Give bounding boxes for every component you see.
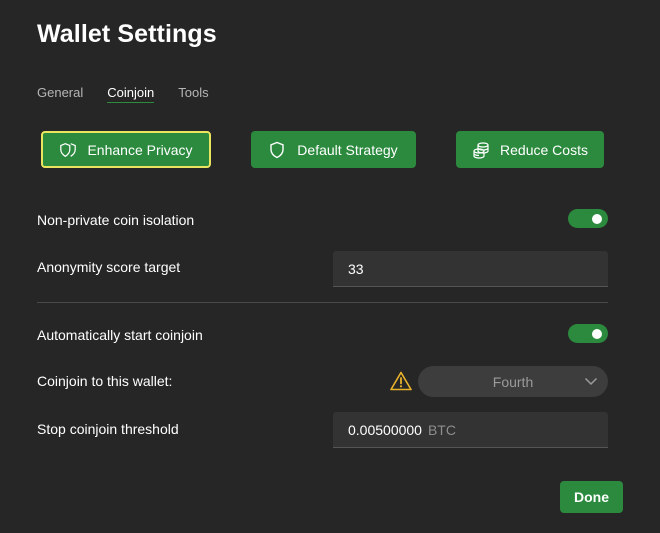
target-wallet-value: Fourth	[492, 373, 534, 390]
threshold-label: Stop coinjoin threshold	[37, 421, 179, 437]
enhance-privacy-label: Enhance Privacy	[87, 141, 193, 158]
tab-bar: General Coinjoin Tools	[37, 85, 233, 103]
reduce-costs-label: Reduce Costs	[500, 141, 588, 158]
toggle-knob	[592, 213, 602, 224]
page-title: Wallet Settings	[37, 20, 217, 48]
enhance-privacy-button[interactable]: Enhance Privacy	[41, 131, 211, 168]
auto-start-toggle[interactable]	[568, 324, 608, 343]
isolation-label: Non-private coin isolation	[37, 212, 195, 228]
threshold-input[interactable]: 0.00500000 BTC	[333, 412, 608, 448]
tab-general[interactable]: General	[37, 85, 83, 103]
coins-icon	[472, 141, 490, 159]
threshold-value: 0.00500000	[348, 421, 422, 438]
isolation-toggle[interactable]	[568, 209, 608, 228]
default-strategy-label: Default Strategy	[297, 141, 398, 158]
tab-coinjoin[interactable]: Coinjoin	[107, 85, 155, 103]
double-shield-icon	[59, 141, 77, 159]
target-wallet-label: Coinjoin to this wallet:	[37, 373, 173, 389]
section-divider	[37, 302, 608, 303]
tab-tools[interactable]: Tools	[178, 85, 208, 103]
chevron-down-icon	[584, 374, 598, 388]
anonymity-score-input[interactable]: 33	[333, 251, 608, 287]
default-strategy-button[interactable]: Default Strategy	[251, 131, 416, 168]
toggle-knob	[592, 328, 602, 339]
threshold-unit: BTC	[427, 421, 456, 438]
warning-icon	[390, 371, 412, 391]
target-wallet-select[interactable]: Fourth	[418, 366, 608, 397]
anonymity-score-value: 33	[348, 260, 364, 277]
wallet-settings-dialog: Wallet Settings General Coinjoin Tools E…	[0, 0, 660, 533]
reduce-costs-button[interactable]: Reduce Costs	[456, 131, 604, 168]
done-button[interactable]: Done	[560, 481, 623, 513]
auto-start-label: Automatically start coinjoin	[37, 327, 203, 343]
anonymity-label: Anonymity score target	[37, 259, 181, 275]
shield-icon	[269, 141, 287, 159]
